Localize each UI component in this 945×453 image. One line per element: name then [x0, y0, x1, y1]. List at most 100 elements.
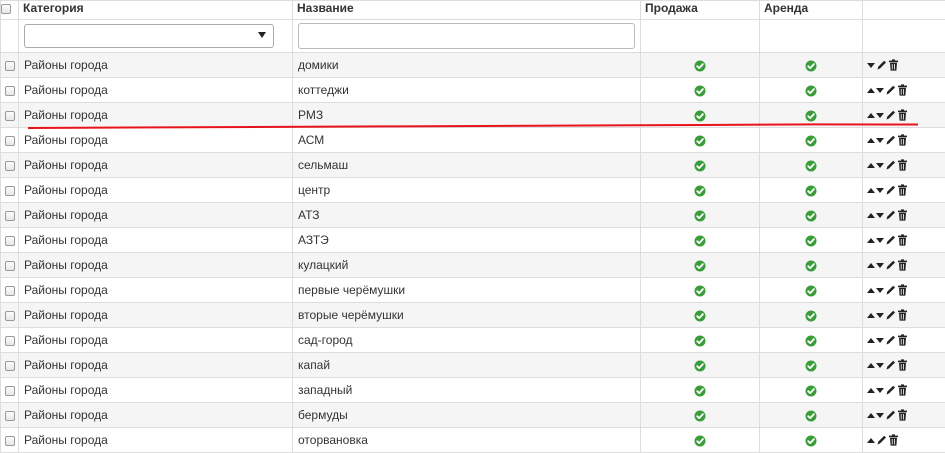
table-row[interactable]: Районы городаАСМ	[1, 128, 945, 153]
table-row[interactable]: Районы городабермуды	[1, 403, 945, 428]
pencil-icon[interactable]	[885, 334, 896, 346]
move-up-icon[interactable]	[867, 238, 875, 243]
move-down-icon[interactable]	[876, 413, 884, 418]
column-header-rent[interactable]: Аренда	[760, 1, 863, 20]
check-circle-icon[interactable]	[694, 433, 706, 447]
pencil-icon[interactable]	[885, 384, 896, 396]
check-circle-icon[interactable]	[694, 208, 706, 222]
check-circle-icon[interactable]	[805, 183, 817, 197]
row-checkbox[interactable]	[5, 61, 15, 71]
move-up-icon[interactable]	[867, 388, 875, 393]
pencil-icon[interactable]	[885, 209, 896, 221]
move-up-icon[interactable]	[867, 338, 875, 343]
move-up-icon[interactable]	[867, 288, 875, 293]
pencil-icon[interactable]	[885, 134, 896, 146]
check-circle-icon[interactable]	[694, 333, 706, 347]
move-up-icon[interactable]	[867, 413, 875, 418]
row-checkbox[interactable]	[5, 261, 15, 271]
check-circle-icon[interactable]	[694, 183, 706, 197]
row-checkbox[interactable]	[5, 86, 15, 96]
table-row[interactable]: Районы городакоттеджи	[1, 78, 945, 103]
check-circle-icon[interactable]	[694, 258, 706, 272]
category-filter-select[interactable]	[24, 24, 274, 48]
check-circle-icon[interactable]	[805, 358, 817, 372]
move-up-icon[interactable]	[867, 188, 875, 193]
row-checkbox[interactable]	[5, 386, 15, 396]
row-checkbox[interactable]	[5, 136, 15, 146]
move-down-icon[interactable]	[876, 338, 884, 343]
row-checkbox[interactable]	[5, 161, 15, 171]
move-down-icon[interactable]	[876, 163, 884, 168]
trash-icon[interactable]	[897, 409, 908, 421]
check-circle-icon[interactable]	[805, 408, 817, 422]
check-circle-icon[interactable]	[694, 233, 706, 247]
trash-icon[interactable]	[897, 84, 908, 96]
check-circle-icon[interactable]	[805, 133, 817, 147]
check-circle-icon[interactable]	[805, 258, 817, 272]
trash-icon[interactable]	[897, 334, 908, 346]
move-up-icon[interactable]	[867, 138, 875, 143]
check-circle-icon[interactable]	[694, 358, 706, 372]
table-row[interactable]: Районы городадомики	[1, 53, 945, 78]
trash-icon[interactable]	[897, 284, 908, 296]
pencil-icon[interactable]	[885, 109, 896, 121]
row-checkbox[interactable]	[5, 336, 15, 346]
move-down-icon[interactable]	[876, 363, 884, 368]
check-circle-icon[interactable]	[805, 333, 817, 347]
table-row[interactable]: Районы городаАЗТЭ	[1, 228, 945, 253]
check-circle-icon[interactable]	[694, 133, 706, 147]
move-up-icon[interactable]	[867, 363, 875, 368]
move-down-icon[interactable]	[876, 88, 884, 93]
check-circle-icon[interactable]	[694, 408, 706, 422]
trash-icon[interactable]	[897, 159, 908, 171]
check-circle-icon[interactable]	[694, 83, 706, 97]
pencil-icon[interactable]	[885, 84, 896, 96]
table-row[interactable]: Районы городавторые черёмушки	[1, 303, 945, 328]
table-row[interactable]: Районы городаАТЗ	[1, 203, 945, 228]
trash-icon[interactable]	[897, 209, 908, 221]
pencil-icon[interactable]	[885, 409, 896, 421]
check-circle-icon[interactable]	[805, 58, 817, 72]
move-up-icon[interactable]	[867, 263, 875, 268]
column-header-name[interactable]: Название	[293, 1, 641, 20]
move-down-icon[interactable]	[876, 213, 884, 218]
move-up-icon[interactable]	[867, 113, 875, 118]
check-circle-icon[interactable]	[805, 108, 817, 122]
move-up-icon[interactable]	[867, 438, 875, 443]
move-down-icon[interactable]	[876, 188, 884, 193]
move-down-icon[interactable]	[876, 238, 884, 243]
pencil-icon[interactable]	[885, 184, 896, 196]
check-circle-icon[interactable]	[805, 158, 817, 172]
move-down-icon[interactable]	[876, 388, 884, 393]
table-row[interactable]: Районы городасад-город	[1, 328, 945, 353]
check-circle-icon[interactable]	[694, 383, 706, 397]
check-circle-icon[interactable]	[805, 433, 817, 447]
check-circle-icon[interactable]	[694, 158, 706, 172]
move-down-icon[interactable]	[876, 288, 884, 293]
row-checkbox[interactable]	[5, 211, 15, 221]
check-circle-icon[interactable]	[694, 308, 706, 322]
row-checkbox[interactable]	[5, 111, 15, 121]
check-circle-icon[interactable]	[694, 58, 706, 72]
check-circle-icon[interactable]	[805, 208, 817, 222]
move-up-icon[interactable]	[867, 88, 875, 93]
move-up-icon[interactable]	[867, 313, 875, 318]
move-up-icon[interactable]	[867, 213, 875, 218]
name-filter-input[interactable]	[298, 23, 635, 49]
trash-icon[interactable]	[897, 384, 908, 396]
pencil-icon[interactable]	[885, 234, 896, 246]
row-checkbox[interactable]	[5, 236, 15, 246]
table-row[interactable]: Районы городацентр	[1, 178, 945, 203]
check-circle-icon[interactable]	[805, 308, 817, 322]
trash-icon[interactable]	[897, 184, 908, 196]
table-row[interactable]: Районы городаРМЗ	[1, 103, 945, 128]
table-row[interactable]: Районы городапервые черёмушки	[1, 278, 945, 303]
trash-icon[interactable]	[888, 434, 899, 446]
trash-icon[interactable]	[897, 109, 908, 121]
column-header-sale[interactable]: Продажа	[641, 1, 760, 20]
table-row[interactable]: Районы городаоторвановка	[1, 428, 945, 453]
move-down-icon[interactable]	[876, 138, 884, 143]
table-row[interactable]: Районы городакапай	[1, 353, 945, 378]
table-row[interactable]: Районы городакулацкий	[1, 253, 945, 278]
trash-icon[interactable]	[888, 59, 899, 71]
